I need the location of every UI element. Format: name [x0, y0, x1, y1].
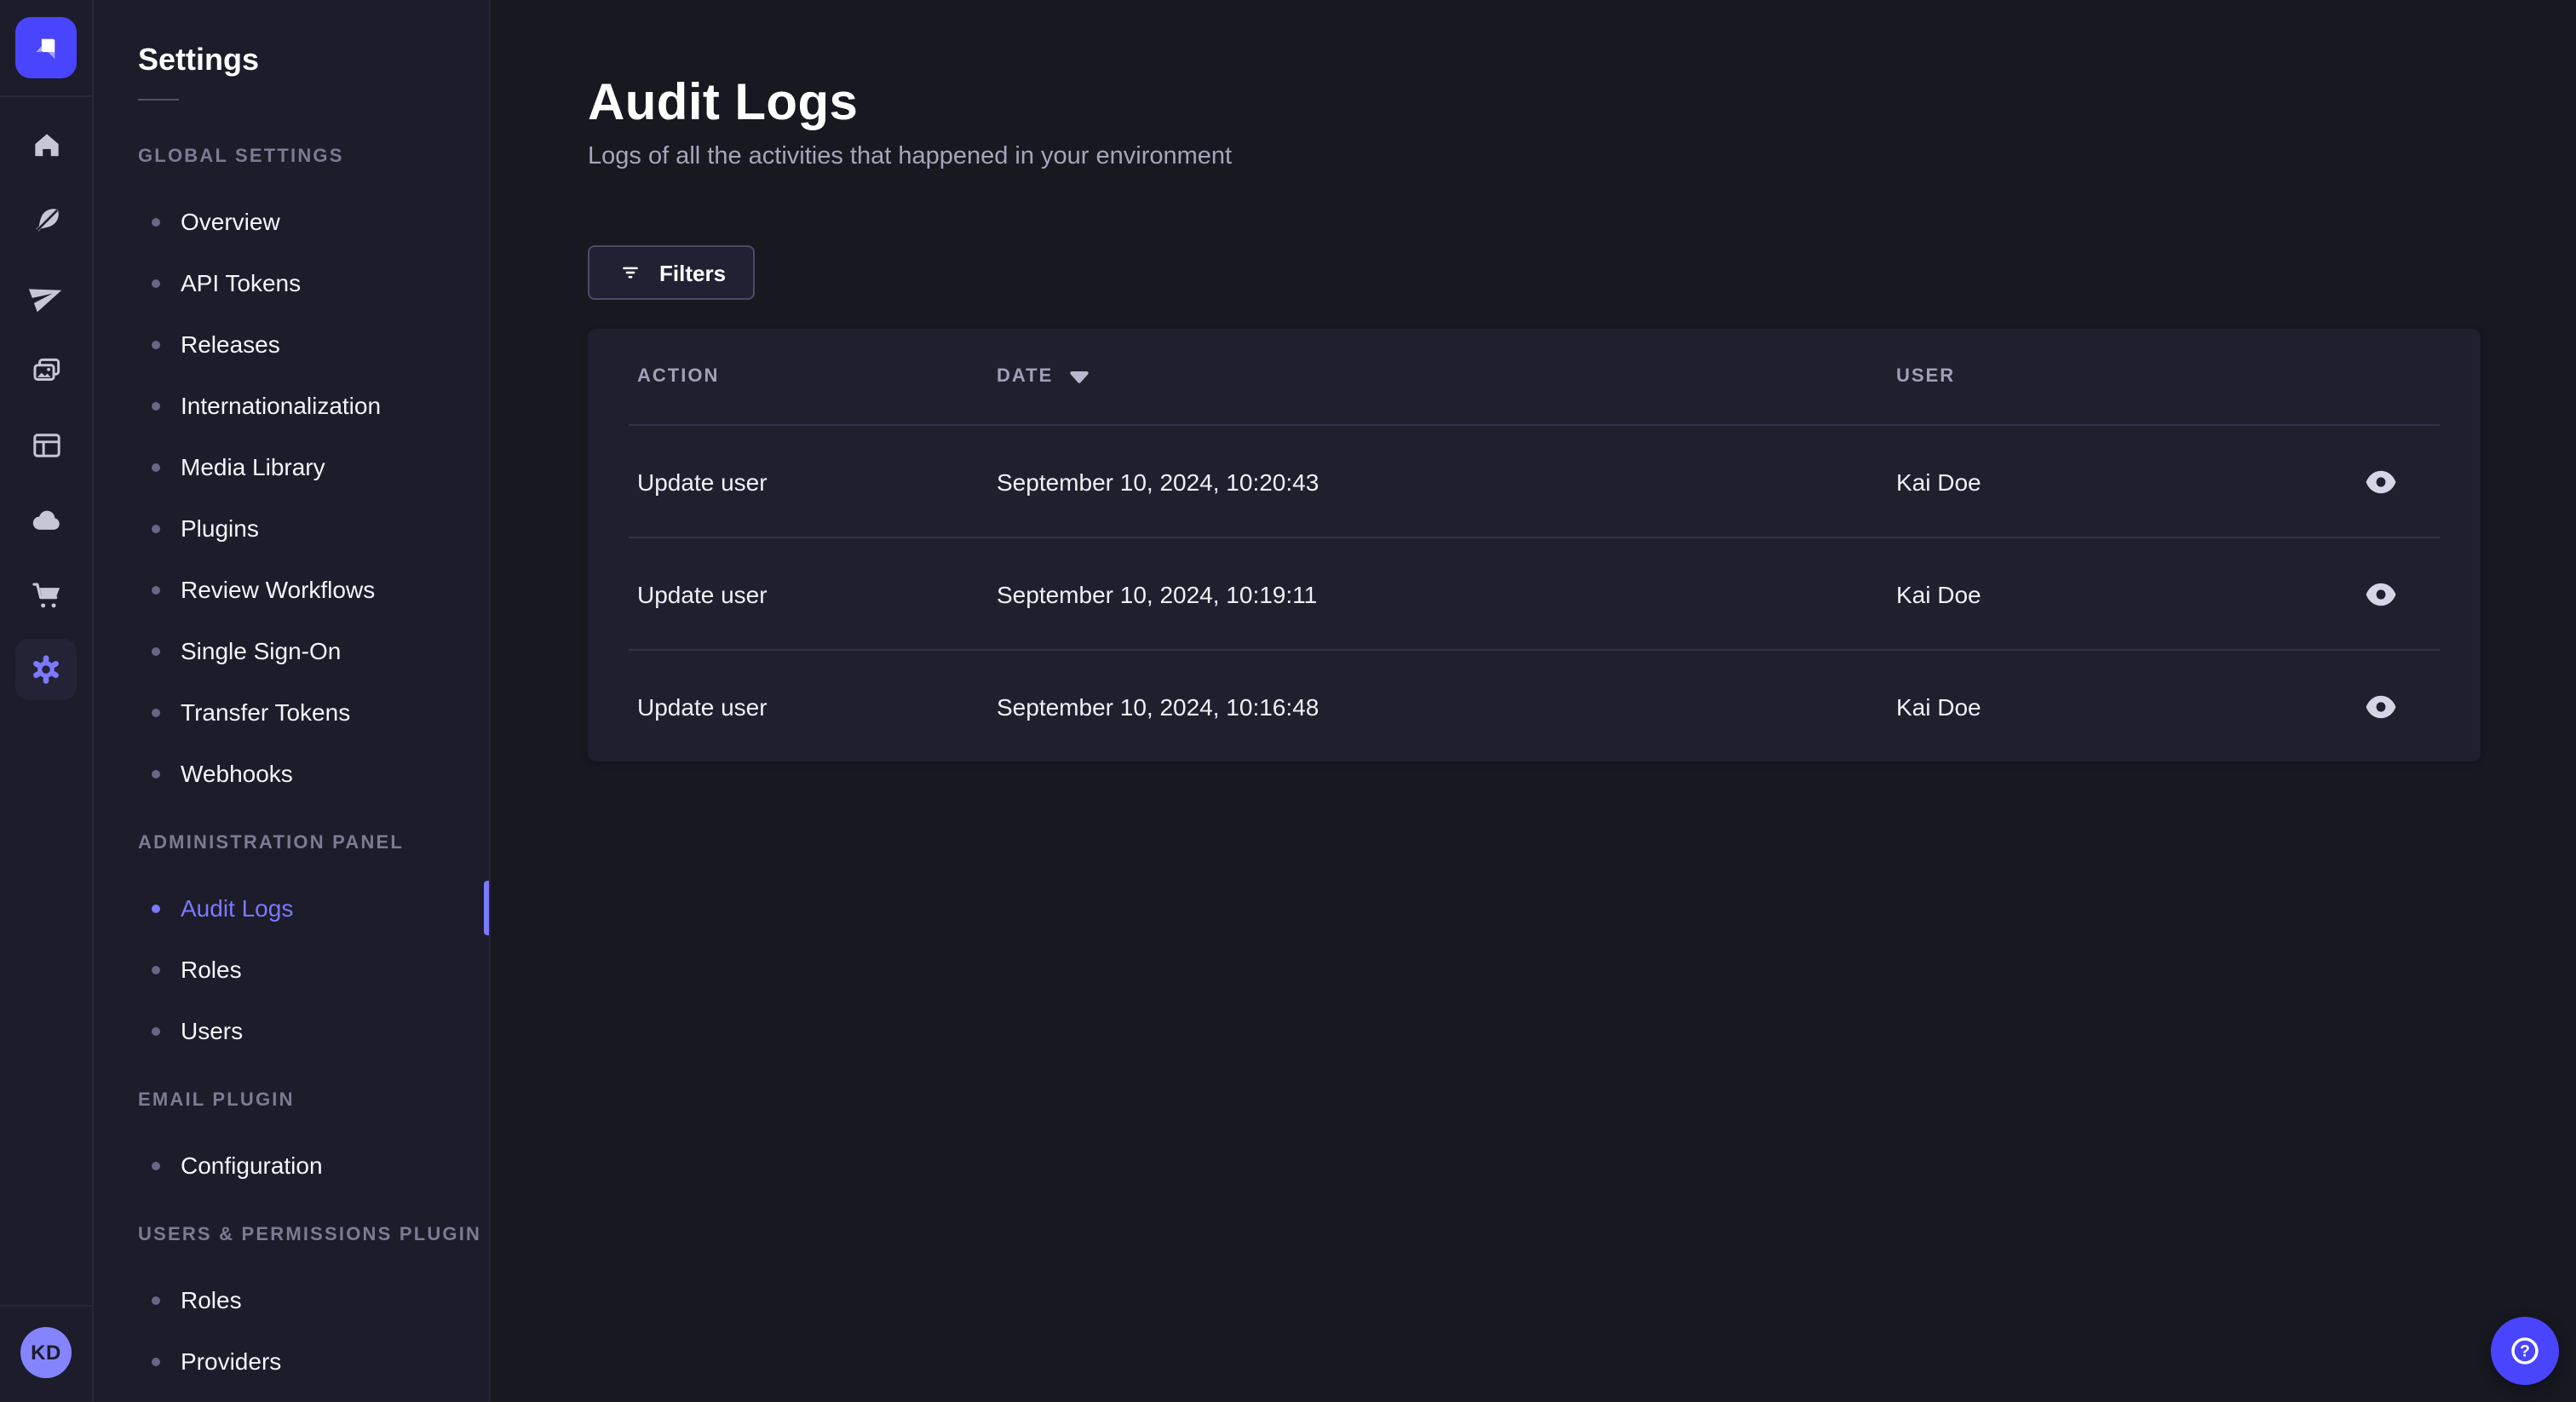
section-label-users-permissions-plugin: USERS & PERMISSIONS PLUGIN [138, 1225, 482, 1245]
sidebar-title: Settings [138, 43, 260, 77]
sort-desc-icon [1070, 371, 1090, 382]
bullet-icon [152, 1026, 160, 1035]
settings-sidebar: Settings GLOBAL SETTINGS Overview API To… [94, 0, 491, 1402]
section-label-email-plugin: EMAIL PLUGIN [138, 1090, 295, 1111]
bullet-icon [152, 1296, 160, 1304]
page-title: Audit Logs [588, 75, 859, 131]
sidebar-item-up-roles[interactable]: Roles [94, 1269, 489, 1330]
help-button[interactable]: ? [2491, 1317, 2559, 1385]
cell-user: Kai Doe [1896, 692, 1981, 720]
home-nav-button[interactable] [15, 114, 77, 175]
cell-action: Update user [637, 468, 768, 495]
sidebar-item-webhooks[interactable]: Webhooks [94, 743, 489, 804]
main-content: Audit Logs Logs of all the activities th… [491, 0, 2576, 1402]
question-mark-icon: ? [2506, 1332, 2544, 1370]
audit-logs-table: ACTION DATE USER Update user September 1… [588, 329, 2481, 761]
marketplace-cart-nav-button[interactable] [15, 564, 77, 625]
sidebar-item-admin-users[interactable]: Users [94, 1000, 489, 1061]
media-library-nav-button[interactable] [15, 339, 77, 400]
sidebar-item-releases[interactable]: Releases [94, 313, 489, 375]
layout-nav-button[interactable] [15, 414, 77, 475]
table-row[interactable]: Update user September 10, 2024, 10:19:11… [588, 538, 2481, 649]
cell-action: Update user [637, 692, 768, 720]
bullet-icon [152, 708, 160, 716]
filters-button-label: Filters [659, 260, 727, 285]
feather-icon [28, 202, 64, 238]
rail-bottom: KD [0, 1305, 92, 1402]
rail-icon-nav [15, 97, 77, 714]
strapi-logo-icon [27, 29, 65, 66]
cloud-nav-button[interactable] [15, 489, 77, 550]
eye-icon [2364, 582, 2396, 606]
page-subtitle: Logs of all the activities that happened… [588, 143, 1233, 170]
rail-bottom-divider [0, 1305, 92, 1307]
bullet-icon [152, 217, 160, 226]
view-log-details-button[interactable] [2353, 679, 2407, 733]
table-row[interactable]: Update user September 10, 2024, 10:20:43… [588, 426, 2481, 537]
bullet-icon [152, 769, 160, 778]
sidebar-item-email-configuration[interactable]: Configuration [94, 1135, 489, 1196]
bullet-icon [152, 1357, 160, 1365]
media-library-icon [28, 352, 64, 388]
bullet-icon [152, 463, 160, 471]
sidebar-item-api-tokens[interactable]: API Tokens [94, 252, 489, 313]
bullet-icon [152, 965, 160, 974]
bullet-icon [152, 401, 160, 410]
view-log-details-button[interactable] [2353, 454, 2407, 509]
section-label-global-settings: GLOBAL SETTINGS [138, 147, 344, 167]
cell-user: Kai Doe [1896, 580, 1981, 607]
sidebar-item-single-sign-on[interactable]: Single Sign-On [94, 620, 489, 681]
sidebar-item-media-library[interactable]: Media Library [94, 436, 489, 497]
column-header-date[interactable]: DATE [997, 366, 1896, 387]
bullet-icon [152, 904, 160, 912]
cloud-icon [28, 502, 64, 537]
column-header-user: USER [1896, 366, 1956, 387]
section-label-administration-panel: ADMINISTRATION PANEL [138, 833, 405, 853]
paper-plane-icon [28, 277, 64, 313]
app-window: KD Settings GLOBAL SETTINGS Overview API… [0, 0, 2576, 1402]
sidebar-item-internationalization[interactable]: Internationalization [94, 375, 489, 436]
strapi-logo-button[interactable] [15, 17, 77, 78]
bullet-icon [152, 340, 160, 348]
sidebar-item-overview[interactable]: Overview [94, 191, 489, 252]
bullet-icon [152, 585, 160, 594]
gear-icon [27, 651, 65, 688]
sidebar-item-audit-logs[interactable]: Audit Logs [94, 877, 489, 939]
settings-nav-list: GLOBAL SETTINGS Overview API Tokens Rele… [94, 101, 489, 1392]
bullet-icon [152, 279, 160, 287]
cell-action: Update user [637, 580, 768, 607]
filters-button[interactable]: Filters [588, 245, 756, 300]
eye-icon [2364, 469, 2396, 493]
sidebar-item-plugins[interactable]: Plugins [94, 497, 489, 559]
main-nav-rail: KD [0, 0, 94, 1402]
table-row[interactable]: Update user September 10, 2024, 10:16:48… [588, 651, 2481, 761]
settings-gear-nav-button[interactable] [15, 639, 77, 700]
bullet-icon [152, 524, 160, 532]
bullet-icon [152, 1161, 160, 1169]
home-icon [28, 127, 64, 163]
table-header-row: ACTION DATE USER [588, 329, 2481, 424]
sidebar-item-up-providers[interactable]: Providers [94, 1330, 489, 1392]
cart-icon [28, 577, 64, 612]
sidebar-item-review-workflows[interactable]: Review Workflows [94, 559, 489, 620]
eye-icon [2364, 694, 2396, 718]
svg-text:?: ? [2520, 1343, 2530, 1361]
view-log-details-button[interactable] [2353, 566, 2407, 621]
sidebar-item-transfer-tokens[interactable]: Transfer Tokens [94, 681, 489, 743]
paper-plane-nav-button[interactable] [15, 264, 77, 325]
layout-icon [28, 427, 64, 463]
feather-nav-button[interactable] [15, 189, 77, 250]
sidebar-item-admin-roles[interactable]: Roles [94, 939, 489, 1000]
filter-icon [617, 259, 644, 286]
bullet-icon [152, 646, 160, 655]
cell-date: September 10, 2024, 10:16:48 [997, 692, 1320, 720]
user-avatar[interactable]: KD [20, 1327, 72, 1378]
column-header-action: ACTION [637, 366, 720, 387]
cell-user: Kai Doe [1896, 468, 1981, 495]
cell-date: September 10, 2024, 10:20:43 [997, 468, 1320, 495]
cell-date: September 10, 2024, 10:19:11 [997, 580, 1318, 607]
